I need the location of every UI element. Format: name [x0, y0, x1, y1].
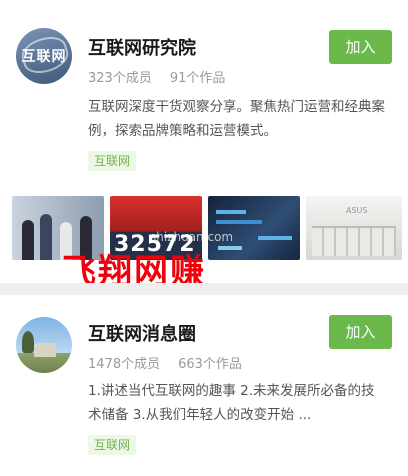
- group-description: 互联网深度干货观察分享。聚焦热门运营和经典案例，探索品牌策略和运营模式。: [88, 99, 385, 139]
- group-title[interactable]: 互联网研究院: [88, 34, 196, 60]
- group-tag[interactable]: 互联网: [88, 435, 137, 455]
- work-count: 663个作品: [178, 357, 242, 372]
- group-tag[interactable]: 互联网: [88, 151, 137, 171]
- group-avatar[interactable]: [16, 317, 72, 373]
- member-count: 323个成员: [88, 71, 152, 86]
- group-avatar[interactable]: 互联网: [16, 28, 72, 84]
- group-title[interactable]: 互联网消息圈: [88, 320, 196, 346]
- group-stats: 323个成员 91个作品: [88, 67, 243, 86]
- member-count: 1478个成员: [88, 357, 161, 372]
- thumbnail-dashboard-photo[interactable]: [208, 196, 300, 260]
- work-count: 91个作品: [169, 71, 226, 86]
- group-stats: 1478个成员 663个作品: [88, 353, 260, 372]
- join-button[interactable]: 加入: [329, 315, 392, 349]
- group-description: 1.讲述当代互联网的趣事 2.未来发展所必备的技术储备 3.从我们年轻人的改变开…: [88, 383, 375, 423]
- section-divider: [0, 283, 408, 295]
- laptop-brand-mark: ASUS: [346, 206, 368, 215]
- url-watermark: shizhuan.com: [150, 230, 234, 244]
- group-card-1[interactable]: 互联网 互联网研究院 323个成员 91个作品 互联网深度干货观察分享。聚焦热门运…: [0, 0, 408, 292]
- thumbnail-keyboard-photo[interactable]: ASUS: [306, 196, 402, 260]
- avatar-logo-text: 互联网: [21, 49, 67, 65]
- join-button[interactable]: 加入: [329, 30, 392, 64]
